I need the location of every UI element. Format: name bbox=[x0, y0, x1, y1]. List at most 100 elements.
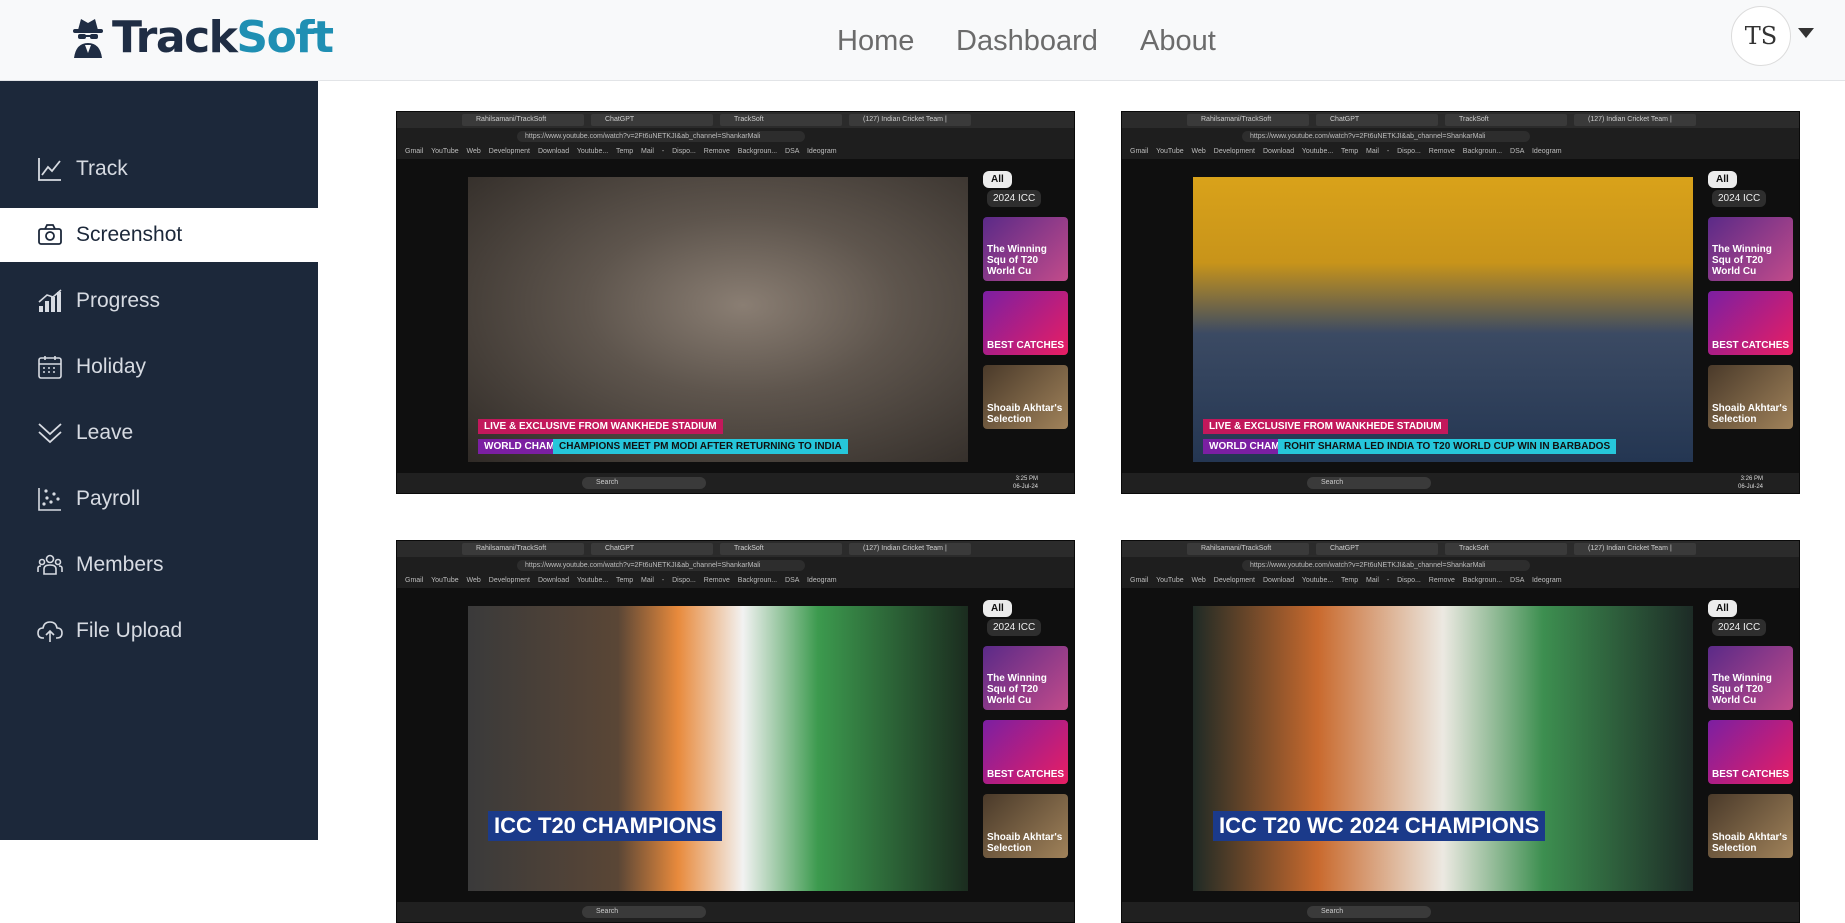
suggested-video-thumbnail: The Winning Squ of T20 World Cu bbox=[1708, 646, 1793, 710]
ticker-bottom: CHAMPIONS MEET PM MODI AFTER RETURNING T… bbox=[553, 439, 848, 454]
browser-tab: Rahilsamani/TrackSoft bbox=[1187, 543, 1309, 555]
bookmarks-text: Gmail YouTube Web Development Download Y… bbox=[1130, 148, 1562, 155]
suggested-video-title: The Winning Squ of T20 World Cu bbox=[1712, 244, 1772, 277]
suggested-video-thumbnail: Shoaib Akhtar's Selection bbox=[983, 365, 1068, 429]
sidebar-item-payroll[interactable]: Payroll bbox=[0, 472, 318, 526]
suggested-video-title: BEST CATCHES bbox=[987, 340, 1065, 351]
bookmarks-bar: Gmail YouTube Web Development Download Y… bbox=[397, 145, 1074, 159]
bookmarks-text: Gmail YouTube Web Development Download Y… bbox=[405, 148, 837, 155]
browser-tab: ChatGPT bbox=[1316, 114, 1438, 126]
screenshot-thumbnail[interactable]: Rahilsamani/TrackSoft ChatGPT TrackSoft (12… bbox=[396, 111, 1075, 494]
youtube-page: ICC T20 WC 2024 CHAMPIONS All 2024 ICC The… bbox=[1122, 588, 1799, 902]
video-frame: ICC T20 WC 2024 CHAMPIONS bbox=[1193, 606, 1693, 891]
suggested-video-thumbnail: BEST CATCHES bbox=[1708, 720, 1793, 784]
browser-url: https://www.youtube.com/watch?v=2Ft6uNET… bbox=[1242, 560, 1530, 571]
suggested-video-title: Shoaib Akhtar's Selection bbox=[987, 403, 1063, 425]
suggested-video-title: BEST CATCHES bbox=[1712, 769, 1790, 780]
suggested-video-title: The Winning Squ of T20 World Cu bbox=[1712, 673, 1772, 706]
line-chart-icon bbox=[37, 156, 63, 182]
suggested-video-thumbnail: Shoaib Akhtar's Selection bbox=[983, 794, 1068, 858]
sidebar-item-label: Leave bbox=[76, 421, 134, 444]
user-initials: TS bbox=[1744, 22, 1778, 50]
sidebar-item-members[interactable]: Members bbox=[0, 538, 318, 592]
sidebar-item-label: Holiday bbox=[76, 355, 147, 378]
suggested-video-title: BEST CATCHES bbox=[987, 769, 1065, 780]
suggested-video-title: The Winning Squ of T20 World Cu bbox=[987, 244, 1047, 277]
taskbar-clock: 3:25 PM 06-Jul-24 bbox=[1013, 475, 1038, 491]
sidebar-item-file-upload[interactable]: File Upload bbox=[0, 604, 318, 658]
browser-tab: ChatGPT bbox=[591, 114, 713, 126]
bookmarks-text: Gmail YouTube Web Development Download Y… bbox=[405, 577, 837, 584]
browser-tabbar: Rahilsamani/TrackSoft ChatGPT TrackSoft (12… bbox=[397, 112, 1074, 128]
suggested-video-title: Shoaib Akhtar's Selection bbox=[987, 832, 1063, 854]
filter-chip-2024: 2024 ICC bbox=[1712, 619, 1767, 636]
sidebar-item-holiday[interactable]: Holiday bbox=[0, 340, 318, 394]
bar-chart-icon bbox=[37, 288, 63, 314]
screenshot-thumbnail[interactable]: Rahilsamani/TrackSoft ChatGPT TrackSoft (12… bbox=[396, 540, 1075, 923]
browser-tab: Rahilsamani/TrackSoft bbox=[1187, 114, 1309, 126]
suggested-video-title: The Winning Squ of T20 World Cu bbox=[987, 673, 1047, 706]
suggested-video-thumbnail: BEST CATCHES bbox=[983, 720, 1068, 784]
browser-urlbar: https://www.youtube.com/watch?v=2Ft6uNET… bbox=[1122, 557, 1799, 574]
youtube-page: LIVE & EXCLUSIVE FROM WANKHEDE STADIUM W… bbox=[1122, 159, 1799, 473]
bookmarks-bar: Gmail YouTube Web Development Download Y… bbox=[397, 574, 1074, 588]
taskbar-search: Search bbox=[582, 906, 706, 918]
video-frame: ICC T20 CHAMPIONS bbox=[468, 606, 968, 891]
ticker-top: LIVE & EXCLUSIVE FROM WANKHEDE STADIUM bbox=[1203, 419, 1448, 434]
suggested-video-thumbnail: The Winning Squ of T20 World Cu bbox=[983, 646, 1068, 710]
screenshot-thumbnail[interactable]: Rahilsamani/TrackSoft ChatGPT TrackSoft (12… bbox=[1121, 540, 1800, 923]
nav-dashboard-wrap: Dashboard bbox=[956, 20, 1098, 62]
suggested-video-thumbnail: BEST CATCHES bbox=[983, 291, 1068, 355]
nav-home-link[interactable]: Home bbox=[837, 25, 914, 58]
user-avatar[interactable]: TS bbox=[1731, 6, 1791, 66]
double-chevron-icon bbox=[37, 420, 63, 446]
ticker-bottom: ROHIT SHARMA LED INDIA TO T20 WORLD CUP … bbox=[1278, 439, 1617, 454]
taskbar-search: Search bbox=[1307, 477, 1431, 489]
sidebar-item-leave[interactable]: Leave bbox=[0, 406, 318, 460]
sidebar-item-label: Progress bbox=[76, 289, 161, 312]
chevron-down-icon[interactable] bbox=[1798, 28, 1814, 38]
suggested-video-title: Shoaib Akhtar's Selection bbox=[1712, 832, 1788, 854]
sidebar-item-track[interactable] bbox=[0, 81, 318, 135]
screenshot-thumbnail[interactable]: Rahilsamani/TrackSoft ChatGPT TrackSoft (12… bbox=[1121, 111, 1800, 494]
sidebar-item-label: Members bbox=[76, 553, 164, 576]
top-navbar: TrackSoft Home Dashboard About TS bbox=[0, 0, 1845, 81]
suggested-video-thumbnail: Shoaib Akhtar's Selection bbox=[1708, 365, 1793, 429]
browser-tab: Rahilsamani/TrackSoft bbox=[462, 543, 584, 555]
browser-tab: (127) Indian Cricket Team | bbox=[1574, 114, 1696, 126]
sidebar-item-track[interactable]: Track bbox=[0, 142, 318, 196]
clock-time: 3:25 PM bbox=[1015, 476, 1038, 482]
taskbar-search: Search bbox=[582, 477, 706, 489]
sidebar-item-screenshot[interactable]: Screenshot bbox=[0, 208, 318, 262]
camera-icon bbox=[37, 222, 63, 248]
taskbar-clock: 3:26 PM 06-Jul-24 bbox=[1738, 475, 1763, 491]
brand-name: TrackSoft bbox=[112, 12, 334, 64]
nav-about-link[interactable]: About bbox=[1140, 25, 1216, 58]
clock-date: 06-Jul-24 bbox=[1737, 484, 1763, 490]
windows-taskbar: Search bbox=[397, 902, 1074, 922]
ticker-banner: ICC T20 WC 2024 CHAMPIONS bbox=[1213, 811, 1546, 841]
video-sidebar: All 2024 ICC The Winning Squ of T20 World … bbox=[1708, 598, 1793, 858]
suggested-video-thumbnail: The Winning Squ of T20 World Cu bbox=[1708, 217, 1793, 281]
youtube-page: LIVE & EXCLUSIVE FROM WANKHEDE STADIUM W… bbox=[397, 159, 1074, 473]
browser-tab: TrackSoft bbox=[1445, 114, 1567, 126]
filter-chip-2024: 2024 ICC bbox=[987, 190, 1042, 207]
clock-time: 3:26 PM bbox=[1740, 476, 1763, 482]
video-sidebar: All 2024 ICC The Winning Squ of T20 World … bbox=[1708, 169, 1793, 429]
windows-taskbar: Search bbox=[1122, 902, 1799, 922]
brand-logo[interactable]: TrackSoft bbox=[70, 12, 334, 64]
ticker-banner: ICC T20 CHAMPIONS bbox=[488, 811, 723, 841]
windows-taskbar: Search 3:26 PM 06-Jul-24 bbox=[1122, 473, 1799, 493]
browser-tab: ChatGPT bbox=[591, 543, 713, 555]
clock-date: 06-Jul-24 bbox=[1012, 484, 1038, 490]
browser-tab: TrackSoft bbox=[1445, 543, 1567, 555]
browser-url: https://www.youtube.com/watch?v=2Ft6uNET… bbox=[517, 131, 805, 142]
video-sidebar: All 2024 ICC The Winning Squ of T20 World … bbox=[983, 169, 1068, 429]
browser-url: https://www.youtube.com/watch?v=2Ft6uNET… bbox=[1242, 131, 1530, 142]
sidebar-item-progress[interactable]: Progress bbox=[0, 274, 318, 328]
browser-urlbar: https://www.youtube.com/watch?v=2Ft6uNET… bbox=[397, 128, 1074, 145]
browser-urlbar: https://www.youtube.com/watch?v=2Ft6uNET… bbox=[397, 557, 1074, 574]
youtube-page: ICC T20 CHAMPIONS All 2024 ICC The Winning… bbox=[397, 588, 1074, 902]
suggested-video-thumbnail: BEST CATCHES bbox=[1708, 291, 1793, 355]
nav-dashboard-link[interactable]: Dashboard bbox=[956, 25, 1098, 58]
